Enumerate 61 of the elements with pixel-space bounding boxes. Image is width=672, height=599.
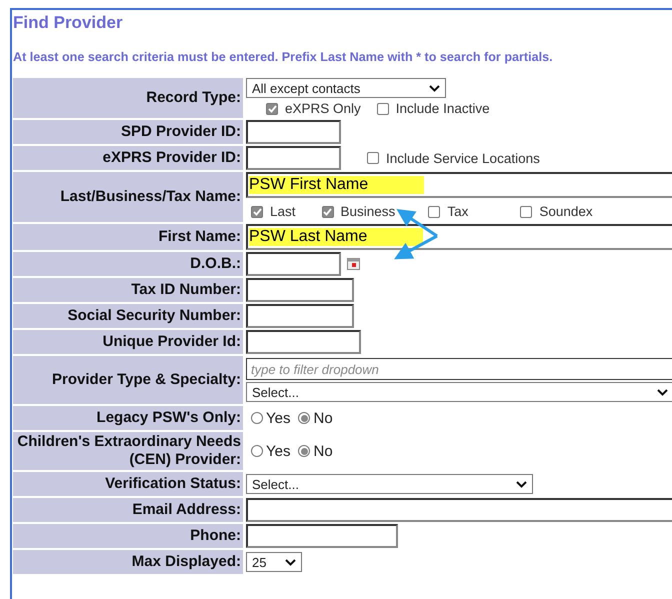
checkbox-label: Include Service Locations [386, 150, 540, 166]
radio-label: Yes [266, 442, 290, 460]
dropdown[interactable]: All except contacts [246, 78, 446, 98]
checkbox-label: Business [340, 204, 396, 219]
chevron-down-icon [285, 558, 296, 566]
radio-button[interactable] [251, 412, 263, 424]
arrow-drawing [394, 209, 438, 260]
input-field[interactable]: PSW Last Name [246, 224, 672, 250]
checkbox[interactable] [520, 206, 532, 218]
field-label: Last/Business/Tax Name: [13, 172, 243, 222]
field-label: Verification Status: [13, 472, 243, 496]
checkbox[interactable] [428, 206, 440, 218]
field-label: First Name: [13, 224, 243, 250]
checkbox[interactable] [251, 206, 263, 218]
chevron-down-icon [657, 388, 668, 396]
input-field[interactable] [246, 120, 341, 144]
input-field[interactable] [246, 330, 361, 354]
dropdown[interactable]: Select... [246, 474, 533, 494]
radio-label: No [313, 410, 333, 426]
field-label: Tax ID Number: [13, 278, 243, 302]
input-field[interactable] [246, 278, 354, 302]
dropdown[interactable]: 25 [246, 552, 302, 572]
filter-field[interactable]: type to filter dropdown [246, 358, 672, 380]
dropdown[interactable]: Select... [246, 382, 672, 402]
checkbox-label: Last [270, 204, 296, 219]
checkbox-label: Soundex [539, 204, 593, 219]
input-field[interactable] [246, 498, 672, 522]
page-title: Find Provider [13, 13, 124, 33]
field-label: Max Displayed: [13, 550, 243, 574]
field-label: Legacy PSW's Only: [13, 406, 243, 430]
field-label: Children's Extraordinary Needs (CEN) Provider: [13, 432, 243, 470]
field-label: Record Type: [13, 78, 243, 118]
checkbox-label: Include Inactive [396, 101, 490, 116]
checkbox[interactable] [376, 102, 389, 114]
field-label: Email Address: [13, 498, 243, 522]
input-field[interactable] [246, 252, 341, 276]
radio-label: No [313, 442, 333, 460]
checkbox-label: Tax [447, 204, 468, 219]
radio-button[interactable] [298, 412, 310, 424]
input-field[interactable] [246, 146, 341, 170]
chevron-down-icon [516, 480, 527, 488]
instructions-text: At least one search criteria must be entered. Prefix Last Name with * to search for partials. [13, 50, 554, 64]
checkbox-label: eXPRS Only [285, 101, 361, 116]
checkbox[interactable] [266, 102, 278, 114]
input-field[interactable] [246, 524, 398, 548]
field-label: Social Security Number: [13, 304, 243, 328]
field-label: eXPRS Provider ID: [13, 146, 243, 170]
input-field[interactable]: PSW First Name [246, 172, 672, 198]
checkbox[interactable] [367, 152, 379, 164]
field-label: D.O.B.: [13, 252, 243, 276]
checkbox[interactable] [322, 206, 334, 218]
field-label: SPD Provider ID: [13, 120, 243, 144]
radio-label: Yes [266, 410, 290, 426]
chevron-down-icon [429, 84, 440, 92]
radio-button[interactable] [251, 445, 263, 457]
input-field[interactable] [246, 304, 354, 328]
field-label: Phone: [13, 524, 243, 548]
calendar-icon[interactable] [347, 258, 360, 270]
field-label: Provider Type & Specialty: [13, 356, 243, 404]
radio-button[interactable] [298, 445, 310, 457]
field-label: Unique Provider Id: [13, 330, 243, 354]
